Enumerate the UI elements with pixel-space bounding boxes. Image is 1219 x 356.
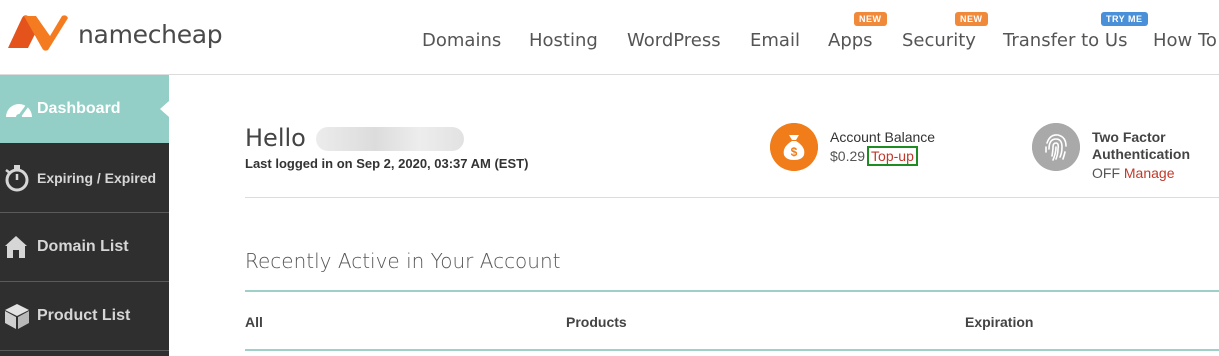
table-top-border	[245, 290, 1219, 292]
greeting-text: Hello	[245, 124, 306, 152]
nav-label: Security	[902, 30, 976, 51]
house-icon	[5, 236, 27, 258]
active-indicator	[160, 101, 169, 117]
new-badge: NEW	[955, 12, 988, 26]
speedometer-icon	[6, 104, 32, 120]
nav-transfer-to-us[interactable]: TRY ME Transfer to Us	[1003, 12, 1148, 51]
sidebar-item-dashboard[interactable]: Dashboard	[0, 75, 169, 143]
box-icon	[5, 304, 29, 329]
sidebar: Dashboard Expiring / Expired Domain List…	[0, 75, 169, 356]
nav-wordpress[interactable]: WordPress	[627, 30, 721, 51]
money-bag-icon: $	[770, 123, 818, 171]
nav-domains[interactable]: Domains	[422, 30, 501, 51]
manage-link[interactable]: Manage	[1124, 165, 1175, 181]
top-up-link[interactable]: Top-up	[867, 146, 918, 166]
column-header-products[interactable]: Products	[566, 314, 627, 330]
recent-activity-title: Recently Active in Your Account	[245, 249, 561, 273]
nav-how-to[interactable]: How To	[1153, 30, 1217, 51]
two-factor-status: OFF Manage	[1092, 165, 1174, 181]
svg-text:$: $	[791, 145, 798, 159]
sidebar-item-label: Product List	[37, 307, 131, 324]
balance-amount: $0.29	[830, 148, 866, 164]
two-factor-state: OFF	[1092, 165, 1120, 181]
nav-label: Transfer to Us	[1003, 30, 1128, 51]
nav-label: Domains	[422, 30, 502, 51]
brand-name[interactable]: namecheap	[78, 20, 223, 49]
column-header-expiration[interactable]: Expiration	[965, 314, 1033, 330]
nav-label: Apps	[828, 30, 873, 51]
column-header-all[interactable]: All	[245, 314, 263, 330]
nav-hosting[interactable]: Hosting	[529, 30, 598, 51]
fingerprint-icon	[1032, 123, 1080, 171]
sidebar-item-expiring-expired[interactable]: Expiring / Expired	[0, 144, 169, 213]
nav-security[interactable]: NEW Security	[902, 12, 988, 51]
table-header-border	[245, 349, 1219, 351]
greeting: Hello	[245, 124, 464, 152]
section-divider	[245, 197, 1219, 198]
namecheap-logo-icon[interactable]	[6, 12, 70, 52]
sidebar-item-domain-list[interactable]: Domain List	[0, 213, 169, 282]
sidebar-item-label: Expiring / Expired	[37, 170, 157, 186]
sidebar-item-label: Domain List	[37, 238, 129, 255]
nav-apps[interactable]: NEW Apps	[828, 12, 887, 51]
top-header: namecheap Domains Hosting WordPress Emai…	[0, 0, 1219, 75]
account-balance-value: $0.29 Top-up	[830, 146, 918, 166]
new-badge: NEW	[854, 12, 887, 26]
sidebar-item-label: Dashboard	[37, 100, 121, 117]
nav-label: Hosting	[529, 30, 598, 51]
two-factor-title: Two Factor Authentication	[1092, 129, 1190, 162]
stopwatch-icon	[5, 165, 29, 192]
try-me-badge: TRY ME	[1101, 12, 1148, 26]
nav-label: Email	[750, 30, 800, 51]
account-balance-title: Account Balance	[830, 129, 936, 145]
last-login-text: Last logged in on Sep 2, 2020, 03:37 AM …	[245, 156, 529, 171]
sidebar-item-product-list[interactable]: Product List	[0, 282, 169, 351]
nav-label: WordPress	[627, 30, 721, 51]
nav-label: How To	[1153, 30, 1217, 51]
nav-email[interactable]: Email	[750, 30, 800, 51]
user-name-redacted	[315, 127, 464, 151]
